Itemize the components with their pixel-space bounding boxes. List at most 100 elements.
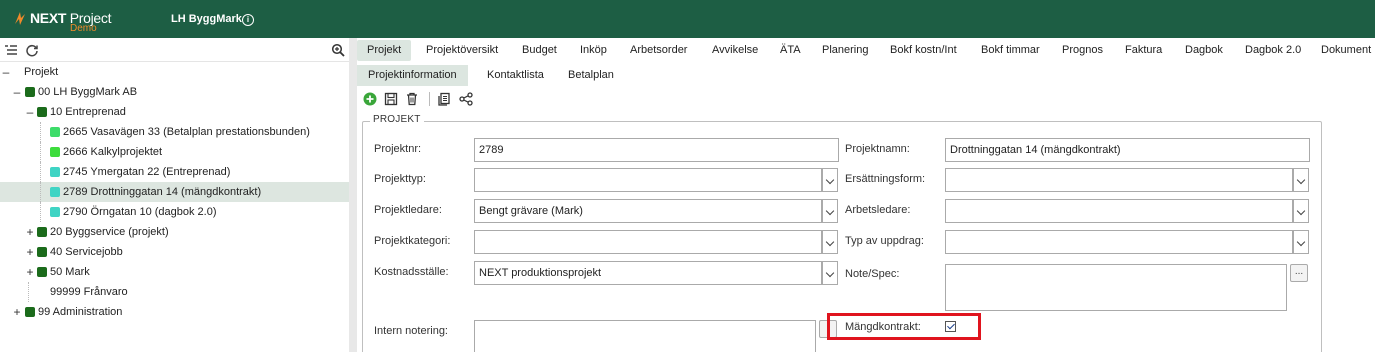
projektnamn-input[interactable]: Drottninggatan 14 (mängdkontrakt) [945, 138, 1310, 162]
projekttyp-dropdown-button[interactable] [822, 168, 838, 192]
tab-projekt[interactable]: Projekt [357, 40, 412, 61]
node-color-marker [50, 187, 60, 197]
tab-ata[interactable]: ÄTA [770, 40, 811, 61]
zoom-search-icon[interactable] [331, 43, 345, 57]
tree-item-2666[interactable]: 2666 Kalkylprojektet [0, 142, 349, 162]
refresh-icon[interactable] [25, 43, 39, 57]
expand-toggle[interactable]: + [12, 302, 22, 322]
projekttyp-select[interactable] [474, 168, 822, 192]
share-icon[interactable] [458, 91, 474, 107]
tab-bokf-kostn[interactable]: Bokf kostn/Int [880, 40, 967, 61]
toolbar-divider [429, 92, 430, 106]
node-color-marker [25, 87, 35, 97]
note-spec-label: Note/Spec: [845, 268, 900, 280]
annotation-highlight-box [827, 313, 981, 340]
tree-item-2790[interactable]: 2790 Örngatan 10 (dagbok 2.0) [0, 202, 349, 222]
delete-icon[interactable] [404, 91, 420, 107]
tab-planering[interactable]: Planering [812, 40, 878, 61]
tree-item-99-administration[interactable]: + 99 Administration [0, 302, 349, 322]
copy-icon[interactable] [436, 91, 452, 107]
expand-toggle[interactable]: + [25, 222, 35, 242]
ersattningsform-dropdown-button[interactable] [1293, 168, 1309, 192]
projektnr-label: Projektnr: [374, 143, 422, 155]
intern-notering-textarea[interactable] [474, 320, 816, 352]
ersattningsform-select[interactable] [945, 168, 1293, 192]
tab-budget[interactable]: Budget [512, 40, 567, 61]
tree-item-00-lh-byggmark-ab[interactable]: – 00 LH ByggMark AB [0, 82, 349, 102]
bolt-icon [15, 12, 25, 25]
tab-dagbok[interactable]: Dagbok [1175, 40, 1233, 61]
node-color-marker [50, 207, 60, 217]
tree-item-label: 2789 Drottninggatan 14 (mängdkontrakt) [63, 186, 262, 198]
typ-av-uppdrag-select[interactable] [945, 230, 1293, 254]
projektnamn-label: Projektnamn: [845, 143, 910, 155]
node-color-marker [50, 147, 60, 157]
tree-item-label: 99999 Frånvaro [50, 286, 128, 298]
node-color-marker [25, 307, 35, 317]
tree-item-label: 20 Byggservice (projekt) [50, 226, 169, 238]
tab-projektoversikt[interactable]: Projektöversikt [416, 40, 508, 61]
projektledare-select[interactable]: Bengt grävare (Mark) [474, 199, 822, 223]
projektnr-input[interactable]: 2789 [474, 138, 839, 162]
tree-item-2789[interactable]: 2789 Drottninggatan 14 (mängdkontrakt) [0, 182, 349, 202]
kostnadsstalle-dropdown-button[interactable] [822, 261, 838, 285]
tab-bokf-timmar[interactable]: Bokf timmar [971, 40, 1050, 61]
tree-item-20-byggservice[interactable]: + 20 Byggservice (projekt) [0, 222, 349, 242]
tab-dagbok-2[interactable]: Dagbok 2.0 [1235, 40, 1311, 61]
action-toolbar [357, 88, 1375, 110]
tab-inkop[interactable]: Inköp [570, 40, 617, 61]
collapse-toggle[interactable]: – [12, 82, 22, 102]
node-color-marker [50, 127, 60, 137]
note-spec-textarea[interactable] [945, 264, 1287, 311]
projektkategori-select[interactable] [474, 230, 822, 254]
node-color-marker [37, 247, 47, 257]
tree-item-label: 2745 Ymergatan 22 (Entreprenad) [63, 166, 231, 178]
projektkategori-dropdown-button[interactable] [822, 230, 838, 254]
expand-toggle[interactable]: + [25, 262, 35, 282]
projektledare-label: Projektledare: [374, 204, 442, 216]
projektkategori-label: Projektkategori: [374, 235, 451, 247]
subtab-betalplan[interactable]: Betalplan [557, 65, 625, 86]
arbetsledare-select[interactable] [945, 199, 1293, 223]
typ-av-uppdrag-dropdown-button[interactable] [1293, 230, 1309, 254]
projektledare-dropdown-button[interactable] [822, 199, 838, 223]
collapse-tree-icon[interactable] [4, 43, 18, 57]
intern-notering-label: Intern notering: [374, 325, 448, 337]
tree-item-2745[interactable]: 2745 Ymergatan 22 (Entreprenad) [0, 162, 349, 182]
tree-item-10-entreprenad[interactable]: – 10 Entreprenad [0, 102, 349, 122]
tree-item-50-mark[interactable]: + 50 Mark [0, 262, 349, 282]
tree-guide [40, 162, 50, 182]
tree-guide [40, 182, 50, 202]
tab-dokument[interactable]: Dokument [1311, 40, 1375, 61]
tree-root[interactable]: – Projekt [0, 62, 349, 82]
tree-item-label: 00 LH ByggMark AB [38, 86, 138, 98]
tree-item-2665[interactable]: 2665 Vasavägen 33 (Betalplan prestations… [0, 122, 349, 142]
tab-arbetsorder[interactable]: Arbetsorder [620, 40, 697, 61]
subtab-projektinformation[interactable]: Projektinformation [357, 65, 468, 86]
tree-item-99999-franvaro[interactable]: 99999 Frånvaro [0, 282, 349, 302]
collapse-toggle[interactable]: – [25, 102, 35, 122]
top-bar: NEXT Project Demo LH ByggMark i [0, 0, 1375, 38]
projekttyp-label: Projekttyp: [374, 173, 426, 185]
node-color-marker [37, 227, 47, 237]
save-icon[interactable] [383, 91, 399, 107]
collapse-toggle[interactable]: – [1, 62, 11, 82]
tab-faktura[interactable]: Faktura [1115, 40, 1172, 61]
expand-toggle[interactable]: + [25, 242, 35, 262]
note-spec-more-button[interactable]: ... [1290, 264, 1308, 282]
node-color-marker [37, 107, 47, 117]
info-icon[interactable]: i [242, 14, 254, 26]
tab-prognos[interactable]: Prognos [1052, 40, 1113, 61]
tree-guide [40, 122, 50, 142]
subtab-kontaktlista[interactable]: Kontaktlista [476, 65, 555, 86]
fieldset-legend: PROJEKT [370, 114, 424, 125]
panel-splitter[interactable] [349, 38, 357, 352]
tree-item-label: 50 Mark [50, 266, 90, 278]
add-icon[interactable] [362, 91, 378, 107]
kostnadsstalle-select[interactable]: NEXT produktionsprojekt [474, 261, 822, 285]
arbetsledare-dropdown-button[interactable] [1293, 199, 1309, 223]
tree-item-label: 2790 Örngatan 10 (dagbok 2.0) [63, 206, 217, 218]
project-tree-panel: – Projekt – 00 LH ByggMark AB – 10 Entre… [0, 38, 349, 352]
tab-avvikelse[interactable]: Avvikelse [702, 40, 768, 61]
tree-item-40-servicejobb[interactable]: + 40 Servicejobb [0, 242, 349, 262]
